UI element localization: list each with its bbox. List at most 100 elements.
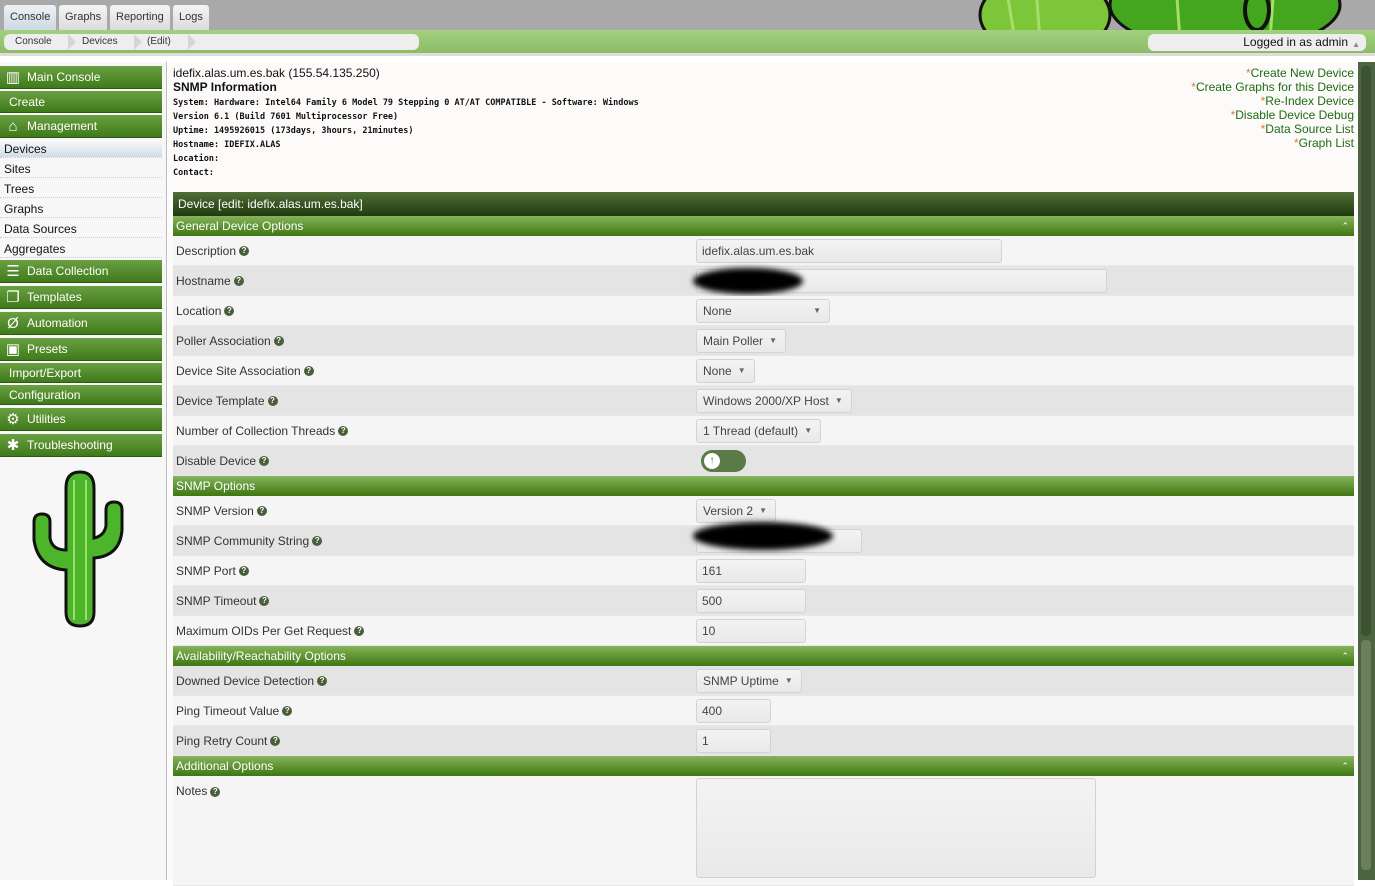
field-label: Poller Association? bbox=[176, 334, 284, 348]
field-label: SNMP Timeout? bbox=[176, 594, 270, 608]
scrollbar-lower-track[interactable] bbox=[1361, 640, 1371, 870]
sidebar-configuration[interactable]: Configuration bbox=[0, 385, 162, 405]
threads-select[interactable]: 1 Thread (default) ▼ bbox=[696, 418, 822, 443]
field-label: Downed Device Detection? bbox=[176, 674, 328, 688]
field-label: Maximum OIDs Per Get Request? bbox=[176, 624, 365, 638]
scrollbar-thumb[interactable] bbox=[1361, 66, 1371, 636]
sidebar-item-aggregates[interactable]: Aggregates bbox=[0, 240, 162, 258]
description-input[interactable]: idefix.alas.um.es.bak bbox=[696, 238, 1002, 263]
disable-debug-link[interactable]: *Disable Device Debug bbox=[1191, 108, 1354, 122]
breadcrumb-devices[interactable]: Devices bbox=[82, 34, 118, 50]
field-label: Device Site Association? bbox=[176, 364, 314, 378]
help-icon[interactable]: ? bbox=[312, 536, 323, 547]
help-icon[interactable]: ? bbox=[273, 336, 284, 347]
sidebar-item-graphs[interactable]: Graphs bbox=[0, 200, 162, 218]
breadcrumb-edit[interactable]: (Edit) bbox=[147, 34, 171, 50]
sidebar-item-devices[interactable]: Devices bbox=[0, 140, 162, 158]
sidebar-create[interactable]: Create bbox=[0, 91, 162, 113]
data-source-list-link[interactable]: *Data Source List bbox=[1191, 122, 1354, 136]
sidebar-automation[interactable]: Ø Automation bbox=[0, 312, 162, 335]
max-oids-input[interactable]: 10 bbox=[696, 618, 806, 643]
notes-textarea[interactable] bbox=[696, 778, 1096, 878]
tab-graphs[interactable]: Graphs bbox=[59, 5, 108, 30]
ping-retry-input[interactable]: 1 bbox=[696, 728, 771, 753]
dropdown-arrow-icon: ▼ bbox=[813, 305, 821, 315]
field-label: SNMP Community String? bbox=[176, 534, 323, 548]
snmp-line: System: Hardware: Intel64 Family 6 Model… bbox=[173, 98, 639, 108]
help-icon[interactable]: ? bbox=[282, 706, 293, 717]
row-max-oids: Maximum OIDs Per Get Request? 10 bbox=[173, 616, 1354, 646]
nav-bar: Console Devices (Edit) Logged in as admi… bbox=[0, 30, 1375, 56]
help-icon[interactable]: ? bbox=[317, 676, 328, 687]
sidebar-label: Troubleshooting bbox=[27, 438, 113, 452]
row-hostname: Hostname? bbox=[173, 266, 1354, 296]
dropdown-arrow-icon: ▼ bbox=[737, 365, 746, 375]
help-icon[interactable]: ? bbox=[259, 596, 270, 607]
dropdown-arrow-icon: ▼ bbox=[804, 425, 813, 435]
snmp-version-select[interactable]: Version 2 ▼ bbox=[696, 498, 777, 523]
help-icon[interactable]: ? bbox=[270, 736, 281, 747]
redacted-value bbox=[693, 522, 833, 550]
collapse-icon[interactable]: ⌃ bbox=[1341, 646, 1349, 666]
snmp-port-input[interactable]: 161 bbox=[696, 558, 806, 583]
tab-console[interactable]: Console bbox=[4, 5, 57, 30]
dropdown-arrow-icon: ▼ bbox=[784, 675, 793, 685]
field-label: Location? bbox=[176, 304, 235, 318]
downed-detection-select[interactable]: SNMP Uptime ▼ bbox=[696, 668, 802, 693]
create-new-device-link[interactable]: *Create New Device bbox=[1191, 66, 1354, 80]
sidebar-label: Templates bbox=[27, 290, 82, 304]
disable-device-toggle[interactable]: ↑ bbox=[701, 449, 746, 472]
section-snmp[interactable]: SNMP Options bbox=[173, 476, 1354, 496]
section-availability[interactable]: Availability/Reachability Options ⌃ bbox=[173, 646, 1354, 666]
snmp-line: Version 6.1 (Build 7601 Multiprocessor F… bbox=[173, 112, 399, 122]
snmp-timeout-input[interactable]: 500 bbox=[696, 588, 806, 613]
section-general[interactable]: General Device Options ⌃ bbox=[173, 216, 1354, 236]
template-select[interactable]: Windows 2000/XP Host ▼ bbox=[696, 388, 852, 413]
sidebar-main-console[interactable]: ▥ Main Console bbox=[0, 66, 162, 89]
sidebar-troubleshooting[interactable]: ✱ Troubleshooting bbox=[0, 434, 162, 457]
sidebar-import-export[interactable]: Import/Export bbox=[0, 363, 162, 383]
create-graphs-link[interactable]: *Create Graphs for this Device bbox=[1191, 80, 1354, 94]
location-select[interactable]: None ▼ bbox=[696, 298, 830, 323]
sidebar-templates[interactable]: ❐ Templates bbox=[0, 286, 162, 309]
sidebar-presets[interactable]: ▣ Presets bbox=[0, 338, 162, 361]
help-icon[interactable]: ? bbox=[303, 366, 314, 377]
sidebar-management[interactable]: ⌂ Management bbox=[0, 115, 162, 138]
snmp-line: Hostname: IDEFIX.ALAS bbox=[173, 140, 281, 150]
help-icon[interactable]: ? bbox=[267, 396, 278, 407]
poller-select[interactable]: Main Poller ▼ bbox=[696, 328, 787, 353]
site-select[interactable]: None ▼ bbox=[696, 358, 755, 383]
collapse-icon[interactable]: ⌃ bbox=[1341, 216, 1349, 236]
field-label: Ping Retry Count? bbox=[176, 734, 281, 748]
section-additional[interactable]: Additional Options ⌃ bbox=[173, 756, 1354, 776]
sidebar-item-trees[interactable]: Trees bbox=[0, 180, 162, 198]
graph-list-link[interactable]: *Graph List bbox=[1191, 136, 1354, 150]
help-icon[interactable]: ? bbox=[259, 456, 270, 467]
help-icon[interactable]: ? bbox=[338, 426, 349, 437]
help-icon[interactable]: ? bbox=[354, 626, 365, 637]
tab-logs[interactable]: Logs bbox=[173, 5, 209, 30]
field-label: SNMP Port? bbox=[176, 564, 249, 578]
tab-reporting[interactable]: Reporting bbox=[110, 5, 170, 30]
help-icon[interactable]: ? bbox=[239, 246, 250, 257]
help-icon[interactable]: ? bbox=[233, 276, 244, 287]
sidebar-utilities[interactable]: ⚙ Utilities bbox=[0, 408, 162, 431]
clone-icon: ❐ bbox=[6, 289, 20, 306]
row-downed-detection: Downed Device Detection? SNMP Uptime ▼ bbox=[173, 666, 1354, 696]
collapse-icon[interactable]: ⌃ bbox=[1341, 756, 1349, 776]
reindex-device-link[interactable]: *Re-Index Device bbox=[1191, 94, 1354, 108]
sidebar-data-collection[interactable]: ☰ Data Collection bbox=[0, 260, 162, 283]
sidebar-label: Automation bbox=[27, 316, 88, 330]
help-icon[interactable]: ? bbox=[210, 786, 221, 797]
user-menu-label: Logged in as admin bbox=[1243, 35, 1348, 49]
sidebar-item-data-sources[interactable]: Data Sources bbox=[0, 220, 162, 238]
help-icon[interactable]: ? bbox=[224, 306, 235, 317]
help-icon[interactable]: ? bbox=[256, 506, 267, 517]
help-icon[interactable]: ? bbox=[238, 566, 249, 577]
snmp-info-heading: SNMP Information bbox=[173, 80, 277, 94]
ping-timeout-input[interactable]: 400 bbox=[696, 698, 771, 723]
user-menu[interactable]: Logged in as admin ▲ bbox=[1148, 34, 1366, 51]
field-label: Device Template? bbox=[176, 394, 278, 408]
sidebar-item-sites[interactable]: Sites bbox=[0, 160, 162, 178]
breadcrumb-console[interactable]: Console bbox=[15, 34, 52, 50]
